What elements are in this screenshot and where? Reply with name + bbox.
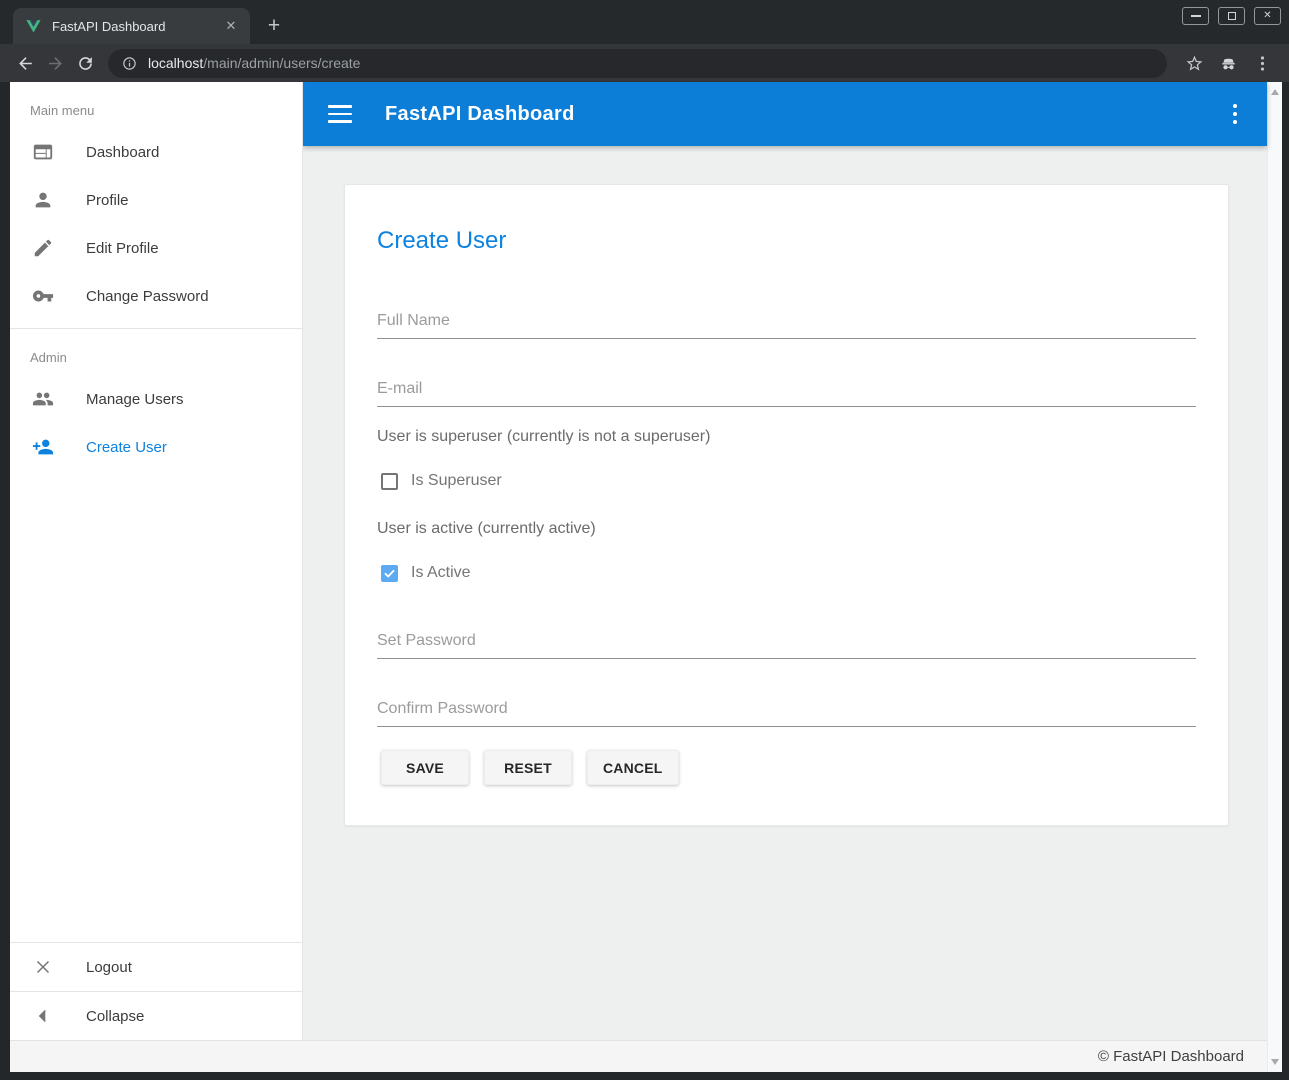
scrollbar-up-arrow-icon[interactable] xyxy=(1271,89,1279,95)
hamburger-menu-icon[interactable] xyxy=(328,105,352,123)
sidebar-item-label: Logout xyxy=(86,959,132,976)
toolbar-actions xyxy=(1179,48,1277,78)
appbar-title: FastAPI Dashboard xyxy=(385,103,575,126)
sidebar-item-label: Manage Users xyxy=(86,391,184,408)
browser-tab[interactable]: FastAPI Dashboard ✕ xyxy=(13,8,250,44)
superuser-hint: User is superuser (currently is not a su… xyxy=(377,428,710,446)
sidebar-item-collapse[interactable]: Collapse xyxy=(10,992,302,1040)
sidebar-spacer xyxy=(10,471,302,942)
site-info-icon[interactable] xyxy=(122,56,137,71)
save-button[interactable]: SAVE xyxy=(381,750,469,785)
appbar-menu-button[interactable] xyxy=(1233,104,1238,125)
chevron-left-icon xyxy=(31,1004,55,1028)
reload-button[interactable] xyxy=(70,48,100,78)
browser-titlebar: FastAPI Dashboard ✕ + ✕ xyxy=(0,0,1289,44)
sidebar-item-logout[interactable]: Logout xyxy=(10,943,302,991)
checkbox-label: Is Active xyxy=(411,564,471,582)
appbar: FastAPI Dashboard xyxy=(303,82,1267,146)
is-active-checkbox[interactable]: Is Active xyxy=(381,564,471,582)
url-host: localhost xyxy=(148,55,203,71)
sidebar-section-main-menu: Main menu xyxy=(10,82,302,128)
browser-toolbar: localhost/main/admin/users/create xyxy=(0,44,1289,82)
browser-window: FastAPI Dashboard ✕ + ✕ localho xyxy=(0,0,1289,1080)
back-button[interactable] xyxy=(10,48,40,78)
checkbox-label: Is Superuser xyxy=(411,472,502,490)
sidebar-item-manage-users[interactable]: Manage Users xyxy=(10,375,302,423)
scrollbar-down-arrow-icon[interactable] xyxy=(1271,1059,1279,1065)
active-hint: User is active (currently active) xyxy=(377,520,596,538)
sidebar-item-label: Edit Profile xyxy=(86,240,159,257)
sidebar-item-label: Change Password xyxy=(86,288,209,305)
full-name-field xyxy=(377,303,1196,339)
vue-logo-icon xyxy=(25,18,42,35)
url-path: /main/admin/users/create xyxy=(203,55,360,71)
sidebar-item-edit-profile[interactable]: Edit Profile xyxy=(10,224,302,272)
full-name-input[interactable] xyxy=(377,303,1196,339)
reset-button[interactable]: RESET xyxy=(484,750,572,785)
main-content: Create User User is superuser (currently… xyxy=(303,146,1267,1040)
sidebar-item-dashboard[interactable]: Dashboard xyxy=(10,128,302,176)
window-controls: ✕ xyxy=(1182,7,1281,25)
cancel-button[interactable]: CANCEL xyxy=(587,750,679,785)
email-input[interactable] xyxy=(377,371,1196,407)
sidebar-item-label: Profile xyxy=(86,192,129,209)
close-icon xyxy=(31,955,55,979)
email-field xyxy=(377,371,1196,407)
page-scrollbar[interactable] xyxy=(1267,82,1282,1072)
star-icon xyxy=(1185,54,1204,73)
web-icon xyxy=(31,140,55,164)
maximize-button[interactable] xyxy=(1218,7,1245,25)
sidebar-item-change-password[interactable]: Change Password xyxy=(10,272,302,320)
new-tab-button[interactable]: + xyxy=(260,12,288,40)
kebab-menu-icon xyxy=(1253,54,1272,73)
page-viewport: Main menu Dashboard Profile Edit Profile xyxy=(10,82,1267,1072)
sidebar-item-label: Collapse xyxy=(86,1008,144,1025)
forward-button[interactable] xyxy=(40,48,70,78)
key-icon xyxy=(31,284,55,308)
create-user-card: Create User User is superuser (currently… xyxy=(344,184,1229,826)
pencil-icon xyxy=(31,236,55,260)
address-bar[interactable]: localhost/main/admin/users/create xyxy=(108,49,1167,78)
confirm-password-field xyxy=(377,691,1196,727)
bookmark-button[interactable] xyxy=(1179,48,1209,78)
checkbox-unchecked-icon[interactable] xyxy=(381,473,398,490)
sidebar-bottom: Logout Collapse xyxy=(10,942,302,1040)
close-window-button[interactable]: ✕ xyxy=(1254,7,1281,25)
tab-close-icon[interactable]: ✕ xyxy=(222,17,240,35)
sidebar-item-profile[interactable]: Profile xyxy=(10,176,302,224)
sidebar: Main menu Dashboard Profile Edit Profile xyxy=(10,82,303,1040)
sidebar-section-admin: Admin xyxy=(10,329,302,375)
incognito-indicator xyxy=(1213,48,1243,78)
sidebar-item-label: Create User xyxy=(86,439,167,456)
back-arrow-icon xyxy=(16,54,35,73)
person-icon xyxy=(31,188,55,212)
is-superuser-checkbox[interactable]: Is Superuser xyxy=(381,472,502,490)
confirm-password-input[interactable] xyxy=(377,691,1196,727)
forward-arrow-icon xyxy=(46,54,65,73)
set-password-field xyxy=(377,623,1196,659)
form-buttons: SAVE RESET CANCEL xyxy=(381,750,679,785)
person-add-icon xyxy=(31,435,55,459)
browser-menu-button[interactable] xyxy=(1247,48,1277,78)
people-icon xyxy=(31,387,55,411)
url-text: localhost/main/admin/users/create xyxy=(148,55,360,71)
set-password-input[interactable] xyxy=(377,623,1196,659)
tab-title: FastAPI Dashboard xyxy=(52,19,222,34)
sidebar-item-label: Dashboard xyxy=(86,144,159,161)
reload-icon xyxy=(76,54,95,73)
copyright-text: © FastAPI Dashboard xyxy=(1098,1048,1244,1065)
page-title: Create User xyxy=(377,227,506,255)
checkbox-checked-icon[interactable] xyxy=(381,565,398,582)
sidebar-item-create-user[interactable]: Create User xyxy=(10,423,302,471)
page-footer: © FastAPI Dashboard xyxy=(10,1040,1267,1072)
incognito-icon xyxy=(1219,54,1238,73)
minimize-button[interactable] xyxy=(1182,7,1209,25)
